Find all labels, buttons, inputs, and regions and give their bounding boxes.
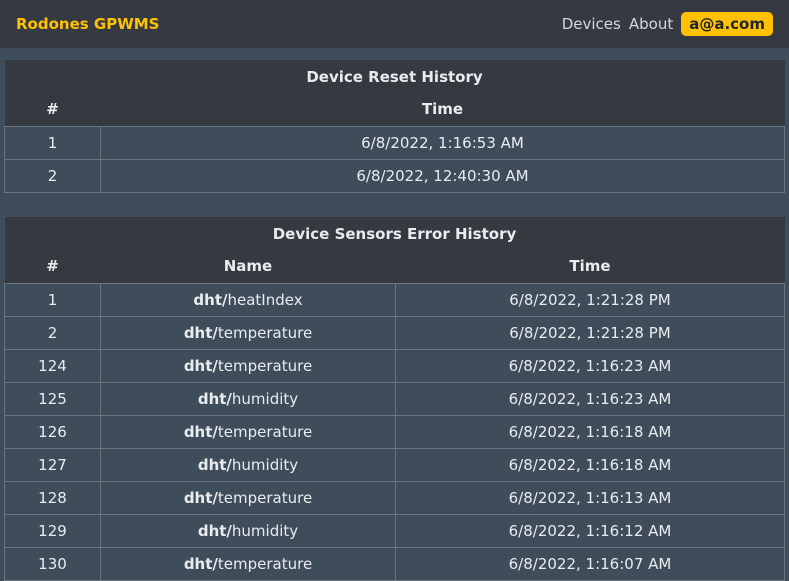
table-row: 125 dht/humidity 6/8/2022, 1:16:23 AM — [4, 381, 785, 416]
row-number: 2 — [4, 315, 101, 350]
row-number: 125 — [4, 381, 101, 416]
row-time: 6/8/2022, 1:16:07 AM — [395, 546, 785, 581]
row-time: 6/8/2022, 1:16:23 AM — [395, 381, 785, 416]
row-number: 1 — [4, 125, 101, 160]
brand-link[interactable]: Rodones GPWMS — [16, 15, 159, 33]
sensor-name: temperature — [217, 323, 313, 342]
sensor-prefix: dht/ — [197, 521, 232, 540]
table-row: 129 dht/humidity 6/8/2022, 1:16:12 AM — [4, 513, 785, 548]
table-row: 124 dht/temperature 6/8/2022, 1:16:23 AM — [4, 348, 785, 383]
row-sensor-name: dht/humidity — [100, 447, 396, 482]
row-number: 2 — [4, 158, 101, 193]
table-row: 128 dht/temperature 6/8/2022, 1:16:13 AM — [4, 480, 785, 515]
row-sensor-name: dht/humidity — [100, 381, 396, 416]
sensor-name: temperature — [217, 422, 313, 441]
table-row: 2 dht/temperature 6/8/2022, 1:21:28 PM — [4, 315, 785, 350]
row-number: 129 — [4, 513, 101, 548]
row-sensor-name: dht/temperature — [100, 348, 396, 383]
top-navbar: Rodones GPWMS Devices About a@a.com — [0, 0, 789, 48]
row-sensor-name: dht/humidity — [100, 513, 396, 548]
table-row: 2 6/8/2022, 12:40:30 AM — [4, 158, 785, 193]
sensor-prefix: dht/ — [183, 554, 218, 573]
sensor-prefix: dht/ — [183, 323, 218, 342]
row-sensor-name: dht/heatIndex — [100, 282, 396, 317]
sensor-prefix: dht/ — [183, 422, 218, 441]
row-time: 6/8/2022, 1:21:28 PM — [395, 315, 785, 350]
sensor-prefix: dht/ — [193, 290, 228, 309]
error-history-panel: Device Sensors Error History # Name Time… — [4, 217, 785, 581]
row-time: 6/8/2022, 1:16:23 AM — [395, 348, 785, 383]
error-history-table: Device Sensors Error History # Name Time… — [4, 217, 785, 581]
reset-history-title: Device Reset History — [4, 60, 785, 93]
row-sensor-name: dht/temperature — [100, 414, 396, 449]
nav-link-devices[interactable]: Devices — [562, 15, 621, 33]
table-row: 1 dht/heatIndex 6/8/2022, 1:21:28 PM — [4, 282, 785, 317]
row-number: 124 — [4, 348, 101, 383]
user-account-button[interactable]: a@a.com — [681, 12, 773, 36]
column-header-time: Time — [100, 93, 785, 126]
nav-link-about[interactable]: About — [629, 15, 673, 33]
table-row: 126 dht/temperature 6/8/2022, 1:16:18 AM — [4, 414, 785, 449]
sensor-name: humidity — [231, 455, 299, 474]
row-time: 6/8/2022, 12:40:30 AM — [100, 158, 785, 193]
row-time: 6/8/2022, 1:16:53 AM — [100, 125, 785, 160]
row-time: 6/8/2022, 1:16:18 AM — [395, 447, 785, 482]
column-header-time: Time — [395, 250, 785, 283]
row-number: 1 — [4, 282, 101, 317]
table-row: 130 dht/temperature 6/8/2022, 1:16:07 AM — [4, 546, 785, 581]
reset-history-panel: Device Reset History # Time 1 6/8/2022, … — [4, 60, 785, 193]
column-header-number: # — [4, 250, 101, 283]
sensor-name: temperature — [217, 356, 313, 375]
row-sensor-name: dht/temperature — [100, 546, 396, 581]
row-number: 128 — [4, 480, 101, 515]
sensor-name: heatIndex — [227, 290, 303, 309]
column-header-number: # — [4, 93, 101, 126]
nav-links: Devices About a@a.com — [554, 12, 773, 36]
row-number: 130 — [4, 546, 101, 581]
sensor-prefix: dht/ — [183, 488, 218, 507]
table-row: 1 6/8/2022, 1:16:53 AM — [4, 125, 785, 160]
sensor-name: humidity — [231, 521, 299, 540]
table-row: 127 dht/humidity 6/8/2022, 1:16:18 AM — [4, 447, 785, 482]
reset-history-table: Device Reset History # Time 1 6/8/2022, … — [4, 60, 785, 193]
sensor-prefix: dht/ — [197, 389, 232, 408]
row-sensor-name: dht/temperature — [100, 480, 396, 515]
column-header-name: Name — [100, 250, 396, 283]
sensor-name: temperature — [217, 488, 313, 507]
row-sensor-name: dht/temperature — [100, 315, 396, 350]
error-history-title: Device Sensors Error History — [4, 217, 785, 250]
sensor-name: temperature — [217, 554, 313, 573]
row-time: 6/8/2022, 1:16:12 AM — [395, 513, 785, 548]
row-number: 127 — [4, 447, 101, 482]
row-time: 6/8/2022, 1:16:18 AM — [395, 414, 785, 449]
row-time: 6/8/2022, 1:21:28 PM — [395, 282, 785, 317]
row-number: 126 — [4, 414, 101, 449]
sensor-prefix: dht/ — [183, 356, 218, 375]
sensor-name: humidity — [231, 389, 299, 408]
row-time: 6/8/2022, 1:16:13 AM — [395, 480, 785, 515]
sensor-prefix: dht/ — [197, 455, 232, 474]
